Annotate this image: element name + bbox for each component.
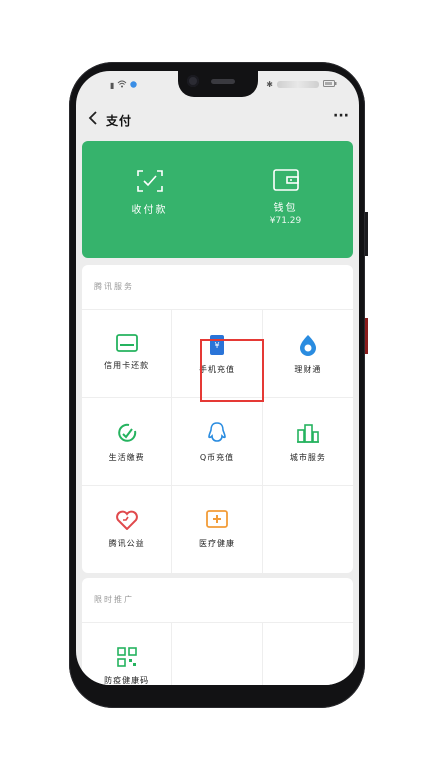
scan-check-icon bbox=[136, 170, 163, 192]
camera-notch bbox=[178, 71, 258, 97]
wallet-label: 钱包 bbox=[273, 203, 298, 214]
front-camera bbox=[187, 75, 199, 87]
wallet-balance: ¥71.29 bbox=[269, 216, 302, 226]
earpiece-speaker bbox=[211, 79, 235, 84]
service-label: Q币充值 bbox=[199, 453, 235, 462]
empty-cell bbox=[263, 623, 353, 685]
utilities-icon bbox=[117, 423, 136, 442]
wifi-icon bbox=[117, 80, 127, 90]
service-label: 腾讯公益 bbox=[108, 539, 145, 548]
empty-cell bbox=[263, 486, 353, 573]
service-label: 信用卡还款 bbox=[104, 361, 150, 370]
section-title: 腾讯服务 bbox=[94, 282, 134, 291]
receive-pay-label: 收付款 bbox=[131, 205, 168, 216]
more-options-button[interactable]: ··· bbox=[333, 108, 349, 124]
medical-cross-icon bbox=[206, 510, 228, 528]
limited-promo-header: 限时推广 bbox=[82, 578, 353, 623]
sim-icon: ▮ bbox=[110, 80, 115, 90]
phone-volume-button bbox=[365, 212, 368, 256]
wealth-icon bbox=[299, 335, 316, 356]
tencent-services-card: 腾讯服务 信用卡还款 ¥ 手机充值 理财通 生活缴费 Q币充值 城市服务 腾讯公… bbox=[82, 265, 353, 573]
service-label: 防疫健康码 bbox=[104, 676, 150, 685]
wallet-icon bbox=[272, 169, 299, 191]
city-service-icon bbox=[296, 424, 319, 443]
city-services-highlight-box bbox=[200, 339, 264, 402]
promo-grid: 防疫健康码 bbox=[82, 623, 353, 685]
service-medical-health[interactable]: 医疗健康 bbox=[172, 486, 263, 573]
service-label: 理财通 bbox=[294, 365, 322, 374]
bluetooth-icon: ✱ bbox=[266, 80, 273, 89]
wallet-button[interactable]: 钱包 ¥71.29 bbox=[218, 169, 353, 226]
top-navigation-bar: 支付 ··· bbox=[76, 105, 359, 135]
location-icon bbox=[130, 80, 138, 90]
wallet-banner: 收付款 钱包 ¥71.29 bbox=[82, 141, 353, 258]
service-credit-card-repay[interactable]: 信用卡还款 bbox=[82, 310, 173, 398]
battery-icon bbox=[323, 80, 337, 89]
service-wealth-management[interactable]: 理财通 bbox=[262, 310, 353, 398]
service-city-services[interactable]: 城市服务 bbox=[262, 398, 353, 486]
service-charity[interactable]: 腾讯公益 bbox=[82, 486, 173, 573]
signal-icon bbox=[277, 81, 319, 88]
tencent-services-header: 腾讯服务 bbox=[82, 265, 353, 310]
qr-code-icon bbox=[116, 647, 137, 667]
service-qq-coin[interactable]: Q币充值 bbox=[172, 398, 263, 486]
qq-coin-icon bbox=[208, 422, 226, 442]
receive-pay-button[interactable]: 收付款 bbox=[82, 169, 217, 216]
service-label: 生活缴费 bbox=[108, 453, 145, 462]
promo-health-code[interactable]: 防疫健康码 bbox=[82, 623, 173, 685]
phone-power-button bbox=[365, 318, 368, 354]
empty-cell bbox=[172, 623, 263, 685]
chevron-left-icon[interactable] bbox=[88, 111, 98, 128]
section-title: 限时推广 bbox=[94, 595, 134, 604]
service-utilities[interactable]: 生活缴费 bbox=[82, 398, 173, 486]
service-label: 城市服务 bbox=[289, 453, 326, 462]
service-label: 医疗健康 bbox=[198, 539, 235, 548]
limited-promo-card: 限时推广 防疫健康码 bbox=[82, 578, 353, 685]
charity-heart-icon bbox=[115, 510, 138, 530]
page-title: 支付 bbox=[106, 114, 133, 128]
credit-card-icon bbox=[115, 334, 138, 352]
